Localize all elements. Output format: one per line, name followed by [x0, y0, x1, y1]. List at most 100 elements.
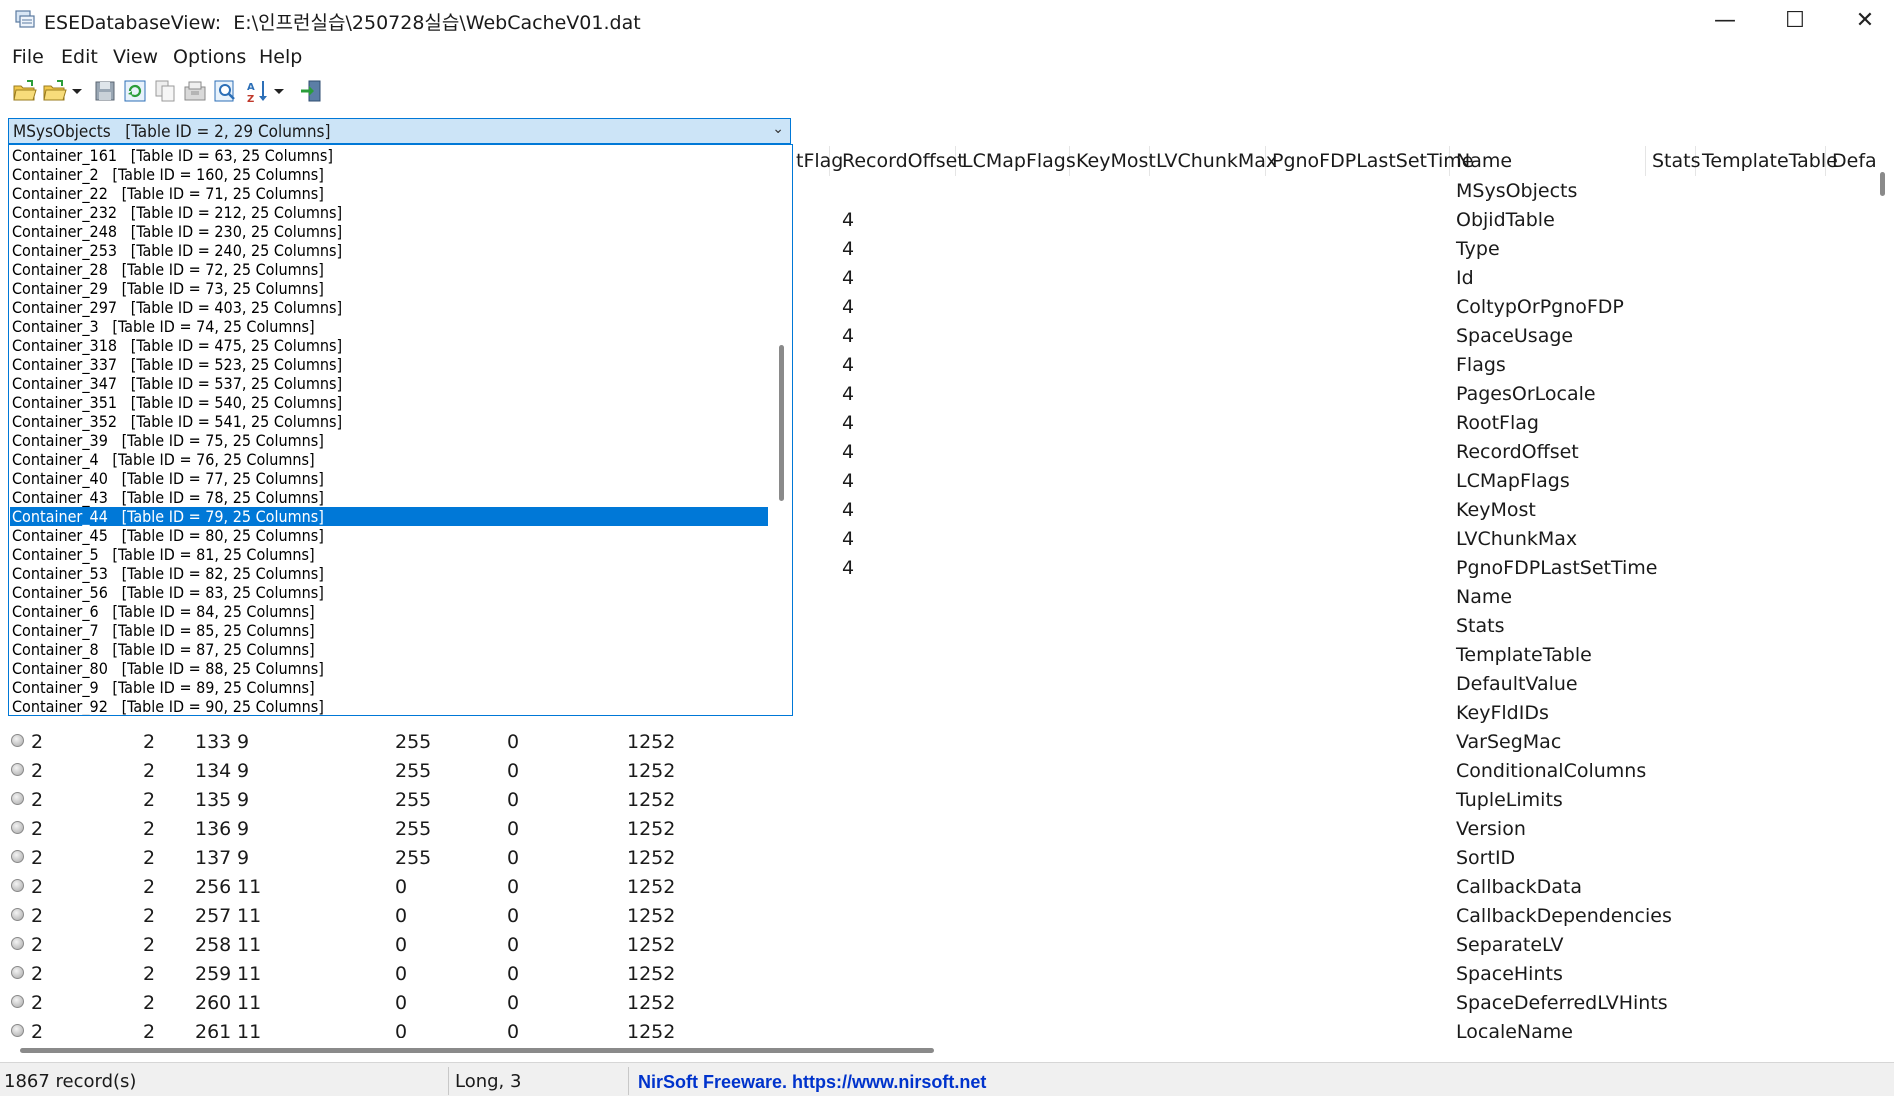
table-option[interactable]: Container_337 [Table ID = 523, 25 Column…	[10, 355, 768, 374]
menu-view[interactable]: View	[113, 46, 158, 68]
table-option[interactable]: Container_318 [Table ID = 475, 25 Column…	[10, 336, 768, 355]
dropdown-scrollbar[interactable]	[770, 145, 792, 715]
table-option[interactable]: Container_161 [Table ID = 63, 25 Columns…	[10, 146, 768, 165]
table-option[interactable]: Container_9 [Table ID = 89, 25 Columns]	[10, 678, 768, 697]
table-option[interactable]: Container_28 [Table ID = 72, 25 Columns]	[10, 260, 768, 279]
save-icon[interactable]	[92, 78, 118, 104]
column-header[interactable]: PgnoFDPLastSetTime	[1266, 146, 1473, 176]
dropdown-arrow-icon[interactable]	[70, 78, 84, 104]
refresh-icon[interactable]	[122, 78, 148, 104]
cell: 0	[507, 992, 520, 1014]
open-folder-dropdown-icon[interactable]	[42, 78, 68, 104]
cell: 11	[237, 905, 262, 927]
row-state-icon	[11, 995, 24, 1008]
column-header[interactable]: Stats	[1646, 146, 1701, 176]
table-option[interactable]: Container_347 [Table ID = 537, 25 Column…	[10, 374, 768, 393]
column-header[interactable]: TemplateTable	[1696, 146, 1838, 176]
column-header[interactable]: LVChunkMax	[1150, 146, 1277, 176]
table-option[interactable]: Container_8 [Table ID = 87, 25 Columns]	[10, 640, 768, 659]
horizontal-scrollbar-thumb[interactable]	[20, 1048, 934, 1053]
table-option[interactable]: Container_44 [Table ID = 79, 25 Columns]	[10, 507, 768, 526]
cell: 1252	[627, 905, 676, 927]
cell: 0	[395, 876, 408, 898]
table-option[interactable]: Container_22 [Table ID = 71, 25 Columns]	[10, 184, 768, 203]
sort-icon[interactable]: A Z	[245, 78, 271, 104]
table-selector[interactable]: MSysObjects [Table ID = 2, 29 Columns] ⌄	[8, 118, 791, 144]
cell: 2	[31, 963, 44, 985]
table-option[interactable]: Container_40 [Table ID = 77, 25 Columns]	[10, 469, 768, 488]
table-option[interactable]: Container_352 [Table ID = 541, 25 Column…	[10, 412, 768, 431]
cell: 2	[143, 760, 156, 782]
cell: 255	[395, 731, 432, 753]
table-option[interactable]: Container_92 [Table ID = 90, 25 Columns]	[10, 697, 768, 715]
minimize-button[interactable]: —	[1690, 0, 1760, 40]
cell: 11	[237, 1021, 262, 1038]
column-header[interactable]: KeyMost	[1070, 146, 1156, 176]
cell: 2	[31, 818, 44, 840]
table-option[interactable]: Container_4 [Table ID = 76, 25 Columns]	[10, 450, 768, 469]
window-title: ESEDatabaseView: E:\인프런실습\250728실습\WebCa…	[44, 8, 641, 35]
table-option[interactable]: Container_7 [Table ID = 85, 25 Columns]	[10, 621, 768, 640]
table-option[interactable]: Container_39 [Table ID = 75, 25 Columns]	[10, 431, 768, 450]
menu-file[interactable]: File	[12, 46, 44, 68]
table-option[interactable]: Container_53 [Table ID = 82, 25 Columns]	[10, 564, 768, 583]
table-option[interactable]: Container_5 [Table ID = 81, 25 Columns]	[10, 545, 768, 564]
menu-options[interactable]: Options	[173, 46, 246, 68]
cell: 0	[395, 1021, 408, 1038]
table-option[interactable]: Container_45 [Table ID = 80, 25 Columns]	[10, 526, 768, 545]
close-button[interactable]: ✕	[1830, 0, 1894, 40]
vertical-scrollbar-thumb[interactable]	[1880, 172, 1885, 196]
cell-record-offset: 4	[842, 412, 855, 434]
horizontal-scrollbar[interactable]	[0, 1040, 1894, 1062]
table-option[interactable]: Container_29 [Table ID = 73, 25 Columns]	[10, 279, 768, 298]
dropdown-scrollbar-thumb[interactable]	[779, 345, 784, 501]
cell-record-offset: 4	[842, 557, 855, 579]
table-option[interactable]: Container_253 [Table ID = 240, 25 Column…	[10, 241, 768, 260]
cell: 255	[395, 818, 432, 840]
cell-name: DefaultValue	[1456, 673, 1578, 695]
table-option[interactable]: Container_3 [Table ID = 74, 25 Columns]	[10, 317, 768, 336]
cell: 2	[143, 1021, 156, 1038]
menu-help[interactable]: Help	[259, 46, 302, 68]
cell-name: LCMapFlags	[1456, 470, 1570, 492]
column-header[interactable]: RecordOffset	[836, 146, 965, 176]
table-option[interactable]: Container_43 [Table ID = 78, 25 Columns]	[10, 488, 768, 507]
cell-name: SpaceHints	[1456, 963, 1563, 985]
cell: 2	[31, 731, 44, 753]
cell-name: RootFlag	[1456, 412, 1539, 434]
cell-record-offset: 4	[842, 528, 855, 550]
maximize-button[interactable]: ☐	[1760, 0, 1830, 40]
table-option[interactable]: Container_351 [Table ID = 540, 25 Column…	[10, 393, 768, 412]
open-folder-icon[interactable]	[12, 78, 38, 104]
table-option[interactable]: Container_248 [Table ID = 230, 25 Column…	[10, 222, 768, 241]
table-option[interactable]: Container_56 [Table ID = 83, 25 Columns]	[10, 583, 768, 602]
table-option[interactable]: Container_2 [Table ID = 160, 25 Columns]	[10, 165, 768, 184]
row-state-icon	[11, 937, 24, 950]
cell-record-offset: 4	[842, 325, 855, 347]
menu-edit[interactable]: Edit	[61, 46, 98, 68]
table-dropdown-list[interactable]: Container_161 [Table ID = 63, 25 Columns…	[8, 144, 793, 716]
nirsoft-link[interactable]: NirSoft Freeware. https://www.nirsoft.ne…	[638, 1072, 986, 1093]
cell: 2	[31, 760, 44, 782]
table-option[interactable]: Container_6 [Table ID = 84, 25 Columns]	[10, 602, 768, 621]
cell: 137	[195, 847, 232, 869]
table-option[interactable]: Container_80 [Table ID = 88, 25 Columns]	[10, 659, 768, 678]
cell-record-offset: 4	[842, 296, 855, 318]
column-header[interactable]: Name	[1450, 146, 1646, 176]
cell: 2	[143, 934, 156, 956]
sort-dropdown-arrow-icon[interactable]	[272, 78, 286, 104]
exit-icon[interactable]	[298, 78, 324, 104]
find-icon[interactable]	[212, 78, 238, 104]
cell-name: PagesOrLocale	[1456, 383, 1596, 405]
cell-record-offset: 4	[842, 209, 855, 231]
copy-icon[interactable]	[152, 78, 178, 104]
cell: 9	[237, 847, 250, 869]
column-header[interactable]: tFlag	[790, 146, 843, 176]
cell: 0	[507, 963, 520, 985]
table-option[interactable]: Container_232 [Table ID = 212, 25 Column…	[10, 203, 768, 222]
properties-icon[interactable]	[182, 78, 208, 104]
row-state-icon	[11, 879, 24, 892]
column-header[interactable]: LCMapFlags	[956, 146, 1076, 176]
table-option[interactable]: Container_297 [Table ID = 403, 25 Column…	[10, 298, 768, 317]
cell-name: ColtypOrPgnoFDP	[1456, 296, 1624, 318]
